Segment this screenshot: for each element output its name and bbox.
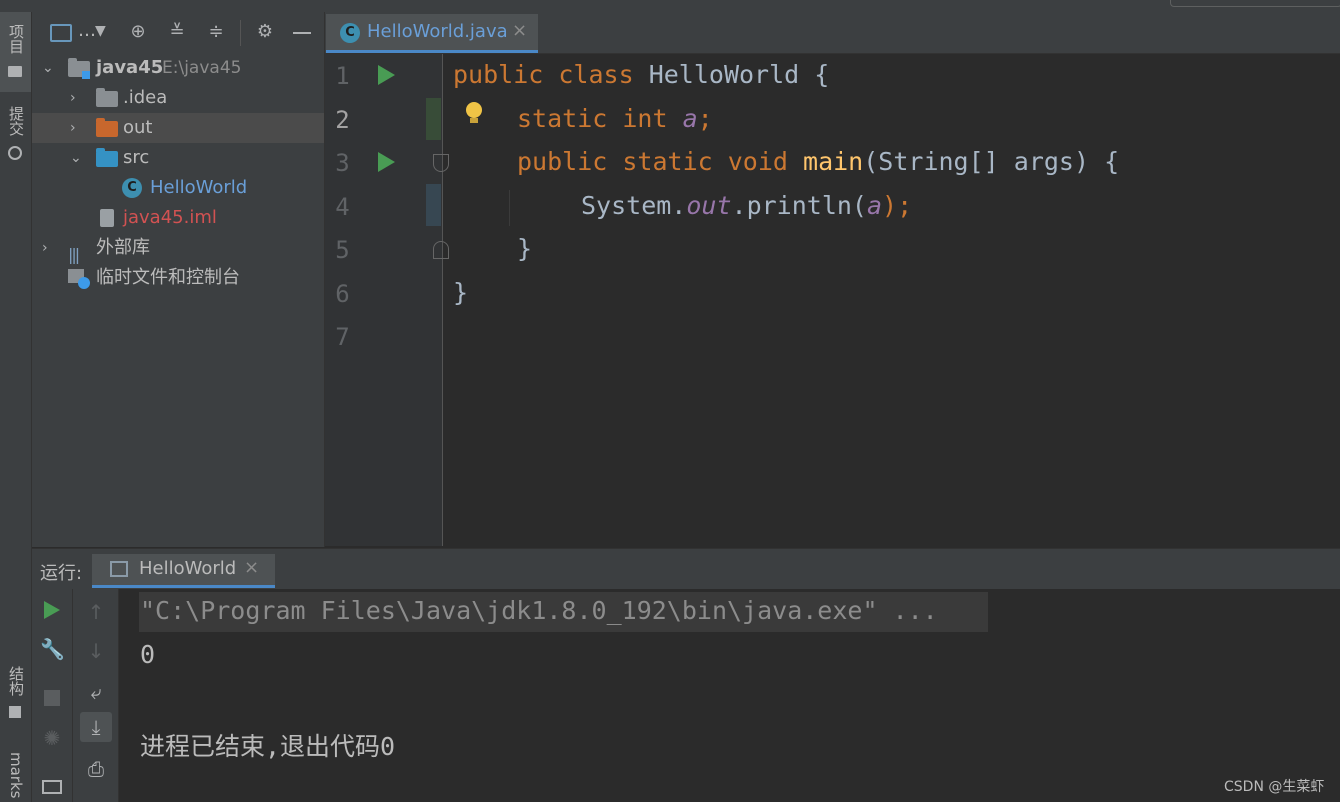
fold-icon[interactable]	[433, 241, 449, 259]
tree-item-out[interactable]: › out	[32, 113, 324, 143]
file-icon	[100, 209, 114, 227]
tree-item-iml[interactable]: java45.iml	[32, 203, 324, 233]
search-field-edge[interactable]	[1170, 0, 1340, 7]
line-number: 1	[335, 62, 350, 90]
tree-item-label: out	[123, 117, 153, 138]
console-line: 进程已结束,退出代码0	[140, 732, 396, 761]
watermark: CSDN @生菜虾	[1224, 779, 1325, 795]
bookmarks-tool-label[interactable]: marks	[0, 752, 31, 798]
tree-item-src[interactable]: ⌄ src	[32, 143, 324, 173]
scroll-to-end-icon: ⤓	[91, 715, 101, 739]
line-number: 5	[335, 236, 350, 264]
code-line-2: static int a;	[517, 104, 713, 133]
java-class-icon: C	[122, 178, 142, 198]
chevron-down-icon[interactable]: ⌄	[70, 151, 84, 165]
expand-all-icon[interactable]: ≚	[165, 20, 189, 44]
console-line: "C:\Program Files\Java\jdk1.8.0_192\bin\…	[140, 596, 938, 625]
run-tab-label: HelloWorld	[139, 558, 237, 579]
close-icon[interactable]: ×	[244, 557, 259, 578]
tree-item-label: 外部库	[96, 237, 150, 258]
tree-item-external-libraries[interactable]: › ||| 外部库	[32, 233, 324, 264]
console-line: 0	[140, 640, 156, 669]
tree-item-idea[interactable]: › .idea	[32, 83, 324, 113]
tree-item-label: java45.iml	[123, 207, 217, 228]
code-line-3: public static void main(String[] args) {	[517, 147, 1120, 176]
change-marker	[426, 98, 441, 140]
tree-item-java45[interactable]: ⌄ java45 E:\java45	[32, 53, 324, 83]
clock-badge-icon	[78, 277, 90, 289]
chevron-down-icon[interactable]: ⌄	[42, 61, 56, 75]
line-number: 6	[335, 280, 350, 308]
tree-item-label: java45	[96, 57, 164, 78]
source-folder-icon	[96, 148, 118, 167]
tree-item-helloworld[interactable]: C HelloWorld	[32, 173, 324, 203]
tree-item-label: src	[123, 147, 150, 168]
chevron-right-icon[interactable]: ›	[70, 91, 84, 105]
code-line-4: System.out.println(a);	[581, 191, 913, 220]
tab-label: HelloWorld.java	[367, 21, 508, 42]
code-line-1: public class HelloWorld {	[453, 60, 830, 89]
code-line-6: }	[453, 278, 469, 307]
indent-guide	[509, 190, 510, 226]
fold-icon[interactable]	[433, 154, 449, 172]
toolbar-divider	[240, 20, 241, 46]
module-badge-icon	[82, 71, 90, 79]
hide-icon[interactable]	[293, 32, 311, 34]
tree-item-scratches[interactable]: 临时文件和控制台	[32, 263, 324, 293]
lightbulb-base	[470, 118, 478, 123]
arrow-up-icon[interactable]: ↑	[84, 600, 108, 624]
project-view-selector[interactable]: …	[78, 20, 96, 41]
run-gutter-icon[interactable]	[378, 65, 395, 85]
arrow-down-icon[interactable]: ↓	[84, 639, 108, 663]
chevron-right-icon[interactable]: ›	[70, 121, 84, 135]
change-marker	[426, 184, 441, 226]
tree-item-label: .idea	[123, 87, 168, 108]
run-gutter-icon[interactable]	[378, 152, 395, 172]
folder-icon	[8, 66, 22, 77]
java-class-icon: C	[340, 23, 360, 43]
gear-icon[interactable]: ⚙	[253, 20, 277, 44]
rerun-icon[interactable]	[44, 601, 60, 619]
tree-item-label: 临时文件和控制台	[96, 267, 240, 288]
line-number: 4	[335, 193, 350, 221]
layout-icon[interactable]	[42, 780, 62, 794]
run-config-icon	[110, 561, 128, 577]
line-number: 2	[335, 106, 350, 134]
tree-item-path-hint: E:\java45	[162, 58, 242, 78]
soft-wrap-icon[interactable]: ⤶	[84, 680, 108, 704]
excluded-folder-icon	[96, 118, 118, 137]
lightbulb-icon[interactable]	[466, 102, 482, 118]
structure-icon	[9, 706, 21, 718]
wrench-icon[interactable]: 🔧	[40, 637, 65, 661]
project-tool-label: 项目	[7, 24, 25, 54]
locate-icon[interactable]: ⊕	[126, 20, 150, 44]
commit-tool-label[interactable]: 提交	[0, 106, 31, 136]
line-number: 3	[335, 149, 350, 177]
code-line-5: }	[517, 234, 533, 263]
structure-tool-label[interactable]: 结构	[0, 666, 31, 696]
stop-icon[interactable]	[44, 690, 60, 706]
run-panel-label: 运行:	[40, 563, 83, 584]
project-view-icon[interactable]	[50, 24, 72, 42]
line-number: 7	[335, 323, 350, 351]
print-icon[interactable]: ⎙	[84, 757, 108, 781]
tab-helloworld-java[interactable]: C HelloWorld.java ×	[326, 14, 538, 53]
commit-icon	[8, 146, 22, 160]
close-icon[interactable]: ×	[512, 20, 527, 41]
debug-icon[interactable]: ✺	[40, 726, 64, 750]
tree-item-label: HelloWorld	[150, 177, 248, 198]
chevron-down-icon[interactable]: ▼	[95, 23, 106, 39]
folder-icon	[96, 88, 118, 107]
run-tab-helloworld[interactable]: HelloWorld ×	[92, 554, 275, 588]
chevron-right-icon[interactable]: ›	[42, 241, 56, 255]
collapse-all-icon[interactable]: ≑	[204, 20, 228, 44]
